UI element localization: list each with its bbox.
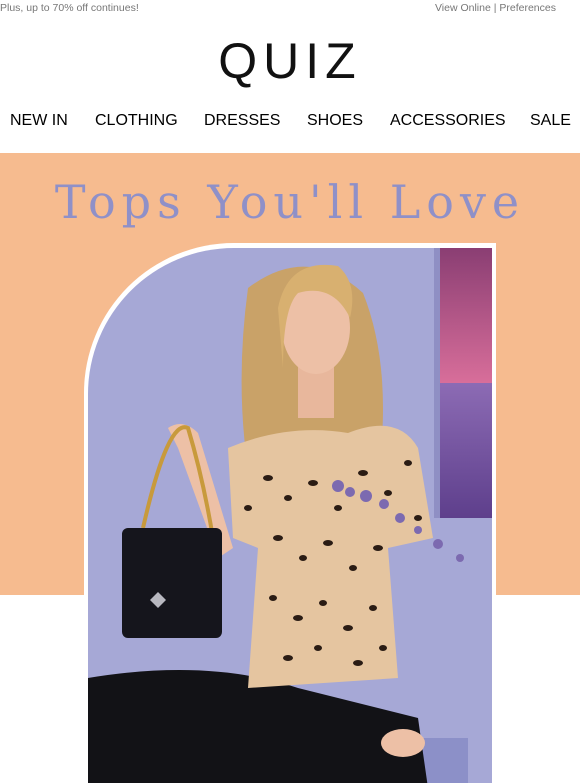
nav-item-shoes[interactable]: SHOES	[307, 112, 363, 130]
nav-item-sale[interactable]: SALE	[530, 112, 571, 130]
preheader: Plus, up to 70% off continues! View Onli…	[0, 0, 580, 16]
preferences-link[interactable]: Preferences	[499, 2, 556, 14]
hero-image-frame[interactable]	[84, 243, 496, 783]
hero-headline[interactable]: Tops You'll Love	[0, 172, 580, 232]
nav-item-clothing[interactable]: CLOTHING	[95, 112, 178, 130]
nav-item-new-in[interactable]: NEW IN	[10, 112, 68, 130]
brand-logo[interactable]: QUIZ	[0, 36, 580, 86]
main-nav: NEW IN CLOTHING DRESSES SHOES ACCESSORIE…	[0, 112, 580, 134]
nav-item-dresses[interactable]: DRESSES	[204, 112, 280, 130]
preheader-separator: |	[493, 2, 497, 14]
preheader-text: Plus, up to 70% off continues!	[0, 2, 139, 14]
view-online-link[interactable]: View Online	[435, 2, 491, 14]
preheader-links: View Online | Preferences	[435, 2, 556, 14]
nav-item-accessories[interactable]: ACCESSORIES	[390, 112, 506, 130]
model-photo-illustration	[88, 248, 492, 783]
hero-image[interactable]	[88, 248, 492, 783]
